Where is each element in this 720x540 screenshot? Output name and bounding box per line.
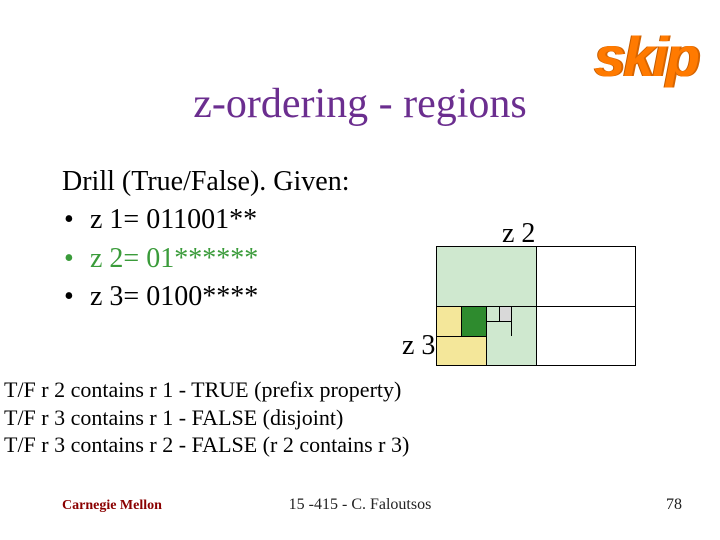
answers-block: T/F r 2 contains r 1 - TRUE (prefix prop…	[4, 376, 409, 459]
grid-v2	[486, 306, 487, 366]
slide-title: z-ordering - regions	[0, 80, 720, 128]
grid-v5	[511, 306, 512, 336]
grid-h1	[436, 306, 636, 307]
z3-label: z 3	[402, 330, 435, 362]
answer-line: T/F r 2 contains r 1 - TRUE (prefix prop…	[4, 376, 409, 404]
grid-h3	[486, 321, 511, 322]
slide: skip z-ordering - regions Drill (True/Fa…	[0, 0, 720, 540]
grid-v4	[499, 306, 500, 321]
bullet-z1: z 1= 011001**	[62, 202, 622, 238]
answer-line: T/F r 3 contains r 1 - FALSE (disjoint)	[4, 404, 409, 432]
footer-course: 15 -415 - C. Faloutsos	[0, 496, 720, 514]
grid-v3	[461, 306, 462, 336]
region-diagram	[436, 246, 636, 366]
grid-h2	[436, 336, 486, 337]
lead-line: Drill (True/False). Given:	[62, 164, 622, 200]
footer-page: 78	[666, 496, 682, 514]
answer-line: T/F r 3 contains r 2 - FALSE (r 2 contai…	[4, 431, 409, 459]
